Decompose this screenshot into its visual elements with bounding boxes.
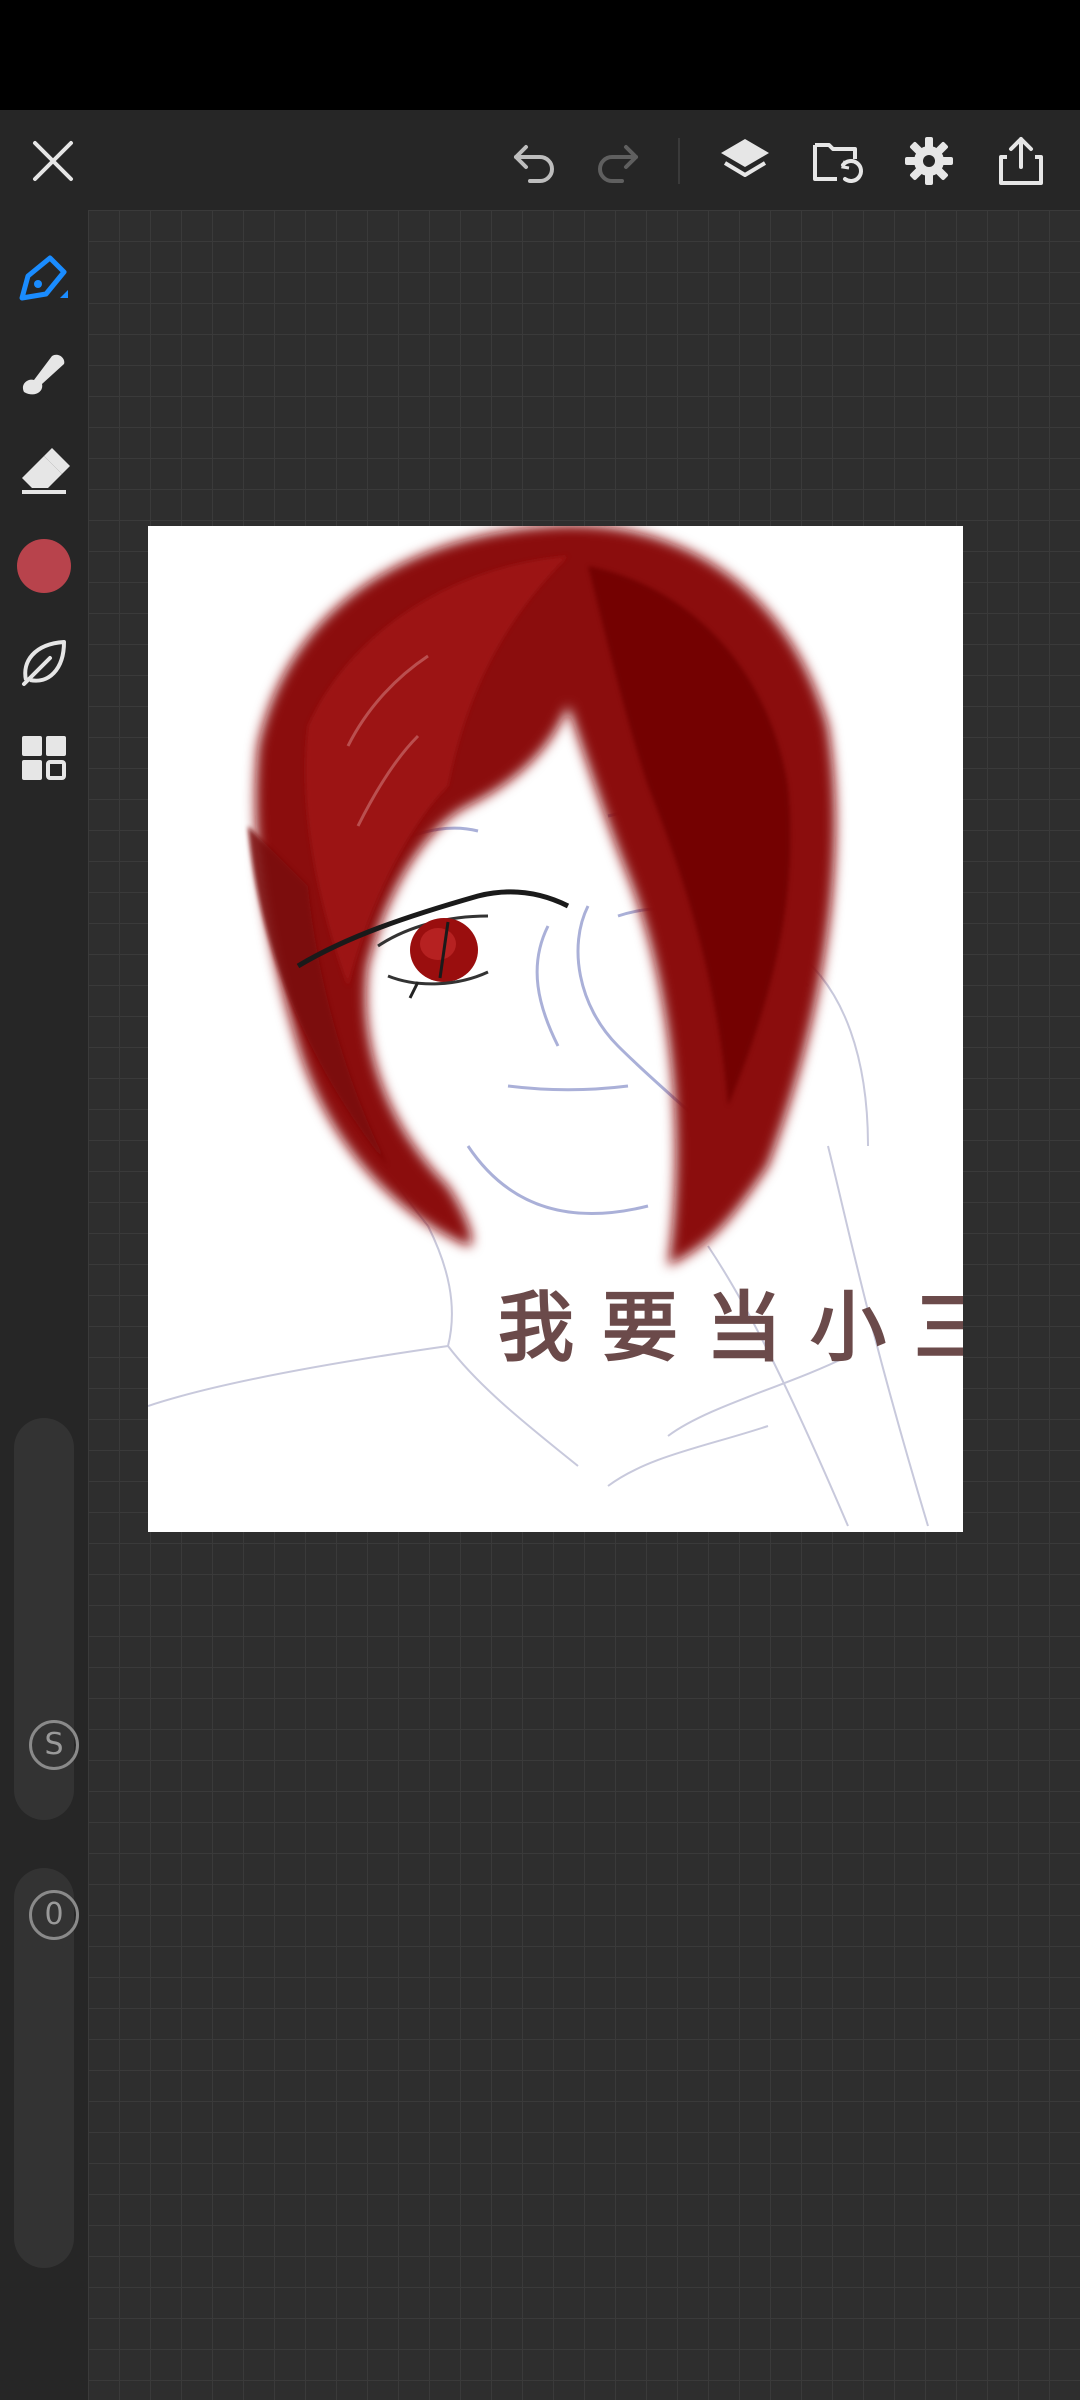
artwork-text: 我要当小三 xyxy=(498,1283,963,1372)
gallery-button[interactable] xyxy=(12,726,76,790)
eraser-tool-button[interactable] xyxy=(12,438,76,502)
import-button[interactable] xyxy=(806,130,868,192)
grid-icon xyxy=(22,736,66,780)
layers-button[interactable] xyxy=(714,130,776,192)
color-picker-button[interactable] xyxy=(12,534,76,598)
artwork-canvas[interactable]: 我要当小三 xyxy=(148,526,963,1532)
redo-button[interactable] xyxy=(585,130,647,192)
layers-icon xyxy=(721,139,769,177)
drawing-app: S 0 我要当小 xyxy=(0,0,1080,2400)
top-toolbar xyxy=(0,110,1080,210)
close-icon xyxy=(33,141,73,181)
pen-tool-button[interactable] xyxy=(12,246,76,310)
toolbar-divider xyxy=(678,138,680,184)
opacity-label: 0 xyxy=(29,1890,79,1940)
share-icon xyxy=(999,137,1043,185)
brush-size-slider[interactable]: S xyxy=(14,1418,79,1820)
artwork-illustration xyxy=(148,526,929,1527)
smudge-tool-button[interactable] xyxy=(12,342,76,406)
current-color-swatch xyxy=(17,539,71,593)
gear-icon xyxy=(905,137,953,185)
canvas-workspace[interactable]: 我要当小三 xyxy=(88,210,1080,2400)
import-icon xyxy=(813,143,863,183)
left-toolbar: S 0 xyxy=(0,210,88,2400)
undo-icon xyxy=(514,145,554,183)
undo-button[interactable] xyxy=(505,130,567,192)
opacity-slider[interactable]: 0 xyxy=(14,1868,79,2268)
redo-icon xyxy=(598,145,638,183)
brush-size-label: S xyxy=(29,1720,79,1770)
leaf-icon xyxy=(22,640,66,686)
settings-button[interactable] xyxy=(898,130,960,192)
share-button[interactable] xyxy=(990,130,1052,192)
pen-icon xyxy=(19,255,68,301)
status-bar xyxy=(0,0,1080,110)
smudge-icon xyxy=(22,354,65,395)
brush-library-button[interactable] xyxy=(12,630,76,694)
eraser-icon xyxy=(22,448,70,494)
close-button[interactable] xyxy=(22,130,84,192)
